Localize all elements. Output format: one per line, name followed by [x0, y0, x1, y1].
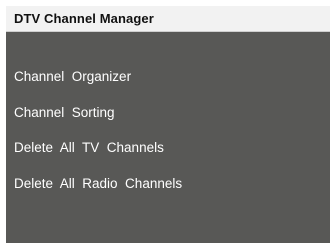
menu-item-delete-all-tv-channels[interactable]: Delete All TV Channels [14, 140, 164, 155]
menu-item-channel-sorting[interactable]: Channel Sorting [14, 105, 115, 120]
window-title: DTV Channel Manager [14, 11, 154, 26]
menu-item-delete-all-radio-channels[interactable]: Delete All Radio Channels [14, 176, 182, 191]
menu-item-channel-organizer[interactable]: Channel Organizer [14, 69, 131, 84]
title-bar: DTV Channel Manager [6, 6, 330, 32]
menu-panel: Channel Organizer Channel Sorting Delete… [6, 32, 330, 243]
dtv-channel-manager-window: DTV Channel Manager Channel Organizer Ch… [6, 6, 330, 243]
